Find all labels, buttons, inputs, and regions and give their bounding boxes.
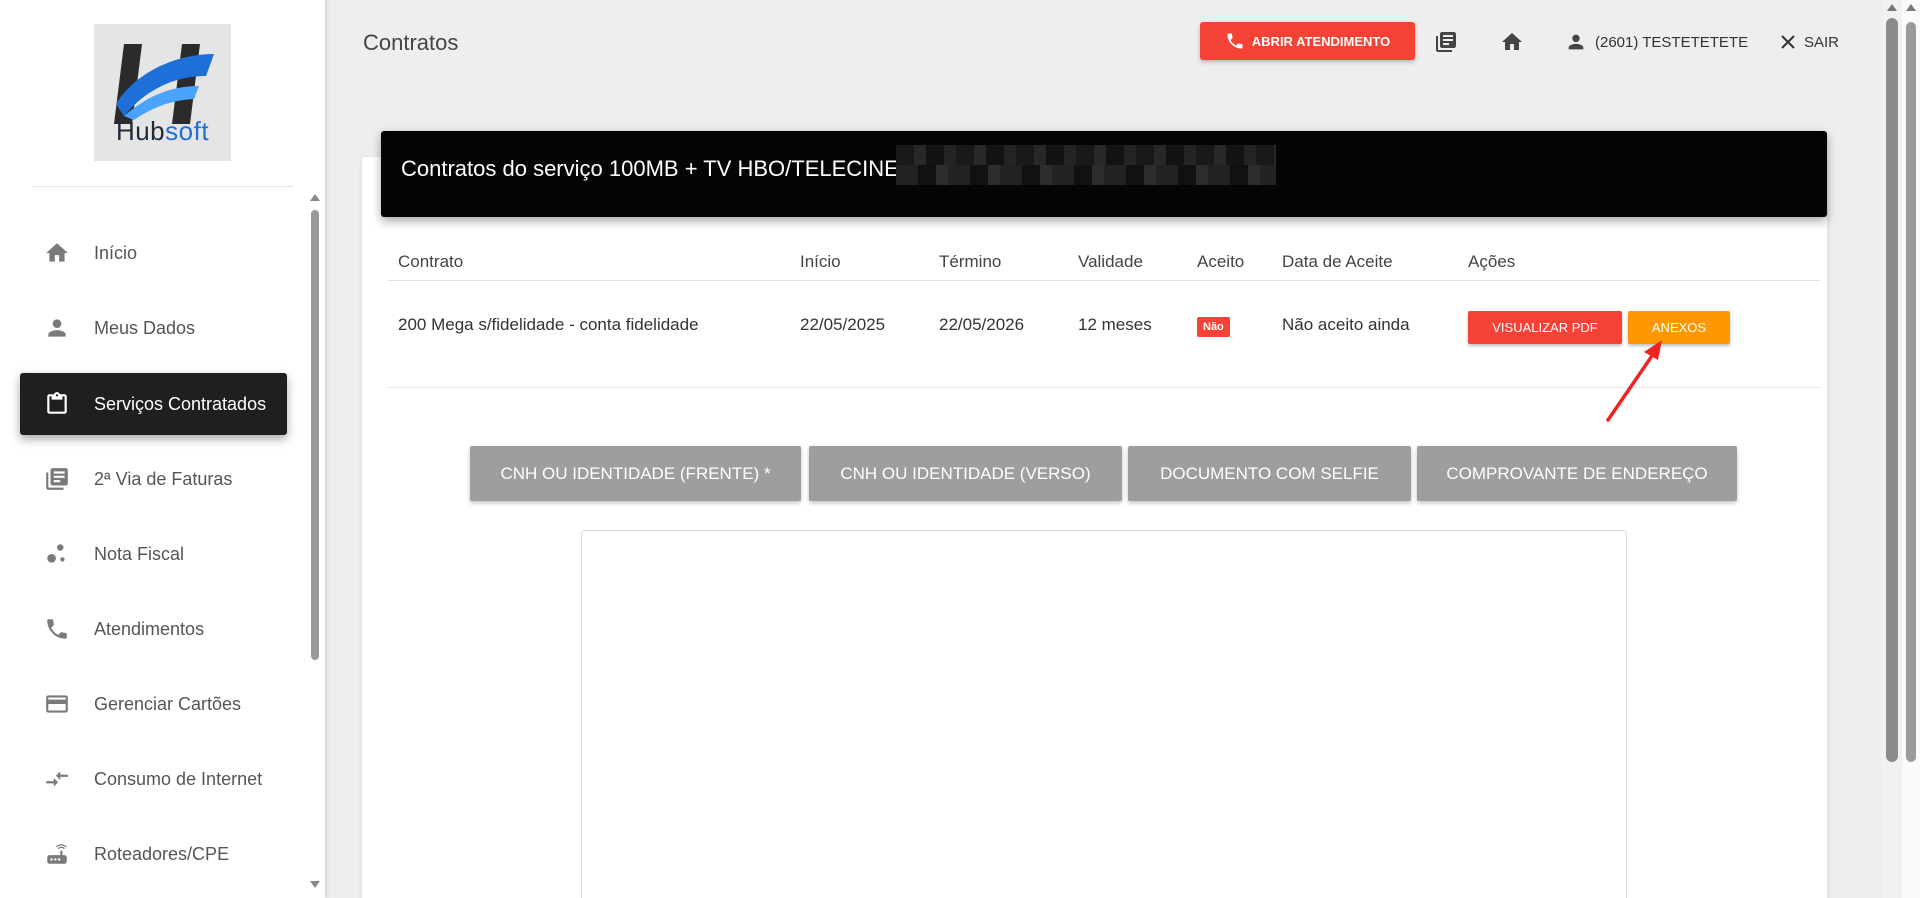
sidebar-item-servicos-contratados[interactable]: Serviços Contratados	[20, 373, 287, 435]
phone-icon	[1227, 33, 1243, 49]
annotation-arrow-icon	[1606, 340, 1662, 422]
inicio-cell: 22/05/2025	[790, 280, 929, 388]
logout-label: SAIR	[1804, 33, 1840, 51]
sidebar-item-label: Nota Fiscal	[94, 543, 185, 564]
sidebar-item-roteadores[interactable]: Roteadores/CPE	[20, 823, 287, 885]
column-header: Ações	[1458, 244, 1820, 281]
scrollbar-thumb[interactable]	[1906, 22, 1916, 762]
sidebar-item-label: 2ª Via de Faturas	[94, 468, 233, 489]
visualizar-pdf-button[interactable]: VISUALIZAR PDF	[1468, 310, 1622, 344]
abrir-atendimento-button[interactable]: ABRIR ATENDIMENTO	[1200, 22, 1415, 60]
column-header: Término	[929, 244, 1068, 281]
status-badge: Não	[1197, 316, 1230, 337]
person-icon	[42, 313, 72, 343]
outer-scrollbar[interactable]	[1902, 0, 1920, 898]
termino-cell: 22/05/2026	[929, 280, 1068, 388]
sidebar-item-label: Atendimentos	[94, 618, 205, 639]
column-header: Início	[790, 244, 929, 281]
sidebar: Hubsoft Início Meus Dados Serviços Contr…	[0, 0, 325, 898]
logout-button[interactable]: SAIR	[1780, 28, 1839, 56]
home-icon[interactable]	[1498, 28, 1526, 56]
hubsoft-logo[interactable]: Hubsoft	[94, 24, 231, 161]
contracts-card-header: Contratos do serviço 100MB + TV HBO/TELE…	[381, 131, 1827, 217]
redacted-area	[896, 165, 1276, 185]
sidebar-item-label: Gerenciar Cartões	[94, 693, 242, 714]
sidebar-item-label: Serviços Contratados	[94, 393, 267, 414]
sidebar-item-faturas[interactable]: 2ª Via de Faturas	[20, 448, 287, 510]
sidebar-item-nota-fiscal[interactable]: Nota Fiscal	[20, 523, 287, 585]
faturas-library-icon[interactable]	[1432, 28, 1460, 56]
table-header-row: Contrato Início Término Validade Aceito …	[388, 244, 1820, 281]
validade-cell: 12 meses	[1068, 280, 1187, 388]
sidebar-item-consumo[interactable]: Consumo de Internet	[20, 748, 287, 810]
phone-icon	[42, 614, 72, 644]
credit-card-icon	[42, 689, 72, 719]
sidebar-item-cartoes[interactable]: Gerenciar Cartões	[20, 673, 287, 735]
scrollbar-thumb[interactable]	[311, 210, 319, 660]
tab-cnh-verso[interactable]: CNH OU IDENTIDADE (VERSO)	[809, 446, 1122, 501]
sidebar-divider	[32, 186, 294, 187]
aceito-cell: Não	[1187, 280, 1272, 388]
scrollbar-thumb[interactable]	[1886, 18, 1898, 762]
sidebar-item-atendimentos[interactable]: Atendimentos	[20, 598, 287, 660]
clipboard-icon	[42, 389, 72, 419]
sidebar-item-label: Roteadores/CPE	[94, 843, 230, 864]
scroll-down-arrow-icon[interactable]	[310, 881, 320, 888]
router-icon	[42, 839, 72, 869]
library-icon	[42, 464, 72, 494]
logo-wordmark: Hubsoft	[115, 116, 210, 146]
person-icon	[1568, 34, 1584, 50]
column-header: Contrato	[388, 244, 790, 281]
document-upload-area[interactable]	[581, 530, 1627, 898]
user-label: (2601) TESTETETETE	[1595, 33, 1749, 51]
scroll-up-arrow-icon[interactable]	[1906, 4, 1916, 11]
scroll-up-arrow-icon[interactable]	[1887, 4, 1897, 11]
column-header: Data de Aceite	[1272, 244, 1458, 281]
compare-arrows-icon	[42, 764, 72, 794]
column-header: Validade	[1068, 244, 1187, 281]
data-aceite-cell: Não aceito ainda	[1272, 280, 1458, 388]
close-icon	[1781, 35, 1795, 49]
sidebar-item-inicio[interactable]: Início	[20, 222, 287, 284]
home-icon	[42, 238, 72, 268]
bubbles-icon	[42, 539, 72, 569]
user-menu[interactable]: (2601) TESTETETETE	[1565, 28, 1748, 56]
tab-comprovante-endereco[interactable]: COMPROVANTE DE ENDEREÇO	[1417, 446, 1737, 501]
page-scrollbar[interactable]	[1882, 0, 1920, 898]
scroll-up-arrow-icon[interactable]	[310, 194, 320, 201]
sidebar-scrollbar[interactable]	[309, 190, 321, 890]
tab-cnh-frente[interactable]: CNH OU IDENTIDADE (FRENTE) *	[470, 446, 801, 501]
tab-documento-selfie[interactable]: DOCUMENTO COM SELFIE	[1128, 446, 1411, 501]
page-title: Contratos	[363, 30, 459, 55]
contrato-cell: 200 Mega s/fidelidade - conta fidelidade	[388, 280, 790, 388]
sidebar-item-meus-dados[interactable]: Meus Dados	[20, 297, 287, 359]
abrir-atendimento-label: ABRIR ATENDIMENTO	[1251, 33, 1391, 49]
scrollbar-track[interactable]	[1882, 0, 1902, 898]
contracts-card-title: Contratos do serviço 100MB + TV HBO/TELE…	[401, 156, 899, 181]
sidebar-item-label: Consumo de Internet	[94, 768, 263, 789]
sidebar-item-label: Meus Dados	[94, 317, 196, 338]
column-header: Aceito	[1187, 244, 1272, 281]
sidebar-item-label: Início	[94, 242, 138, 263]
